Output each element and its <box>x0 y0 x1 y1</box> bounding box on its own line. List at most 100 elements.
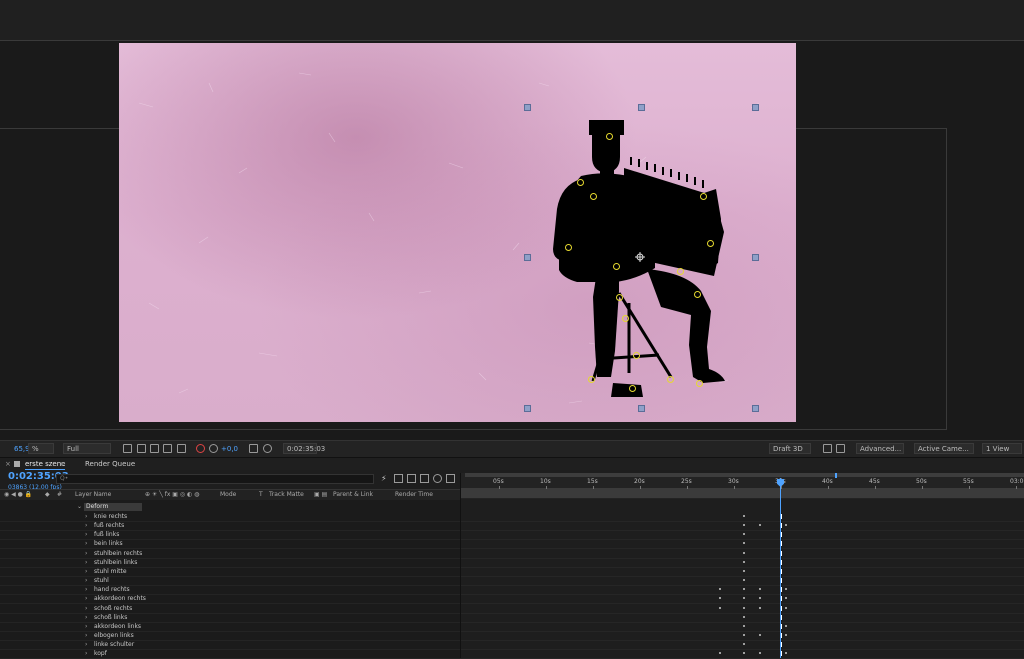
puppet-pin[interactable] <box>707 240 714 247</box>
keyframe[interactable] <box>759 597 761 600</box>
column-mode[interactable]: Mode <box>220 491 236 499</box>
keyframe[interactable] <box>743 588 745 591</box>
close-tab-icon[interactable]: × <box>5 459 11 469</box>
keyframe[interactable] <box>785 524 787 527</box>
keyframe[interactable] <box>785 624 787 627</box>
keyframe[interactable] <box>759 652 761 655</box>
chevron-right-icon[interactable]: › <box>85 530 90 539</box>
tab-render-queue[interactable]: Render Queue <box>85 459 135 469</box>
puppet-pin[interactable] <box>588 376 595 383</box>
puppet-pin[interactable] <box>577 179 584 186</box>
transform-handle[interactable] <box>524 104 531 111</box>
puppet-pin[interactable] <box>633 352 640 359</box>
column-render-time[interactable]: Render Time <box>395 491 433 499</box>
work-area-bar[interactable] <box>461 488 1024 498</box>
keyframe[interactable] <box>719 652 721 655</box>
switches-column-icons[interactable]: ⊕ ☀ ╲ fx ▣ ◎ ◐ ◍ <box>145 491 199 499</box>
keyframe[interactable] <box>743 579 745 582</box>
keyframe[interactable] <box>719 588 721 591</box>
puppet-pin[interactable] <box>606 133 613 140</box>
region-of-interest-icon[interactable] <box>123 444 132 453</box>
keyframe[interactable] <box>743 551 745 554</box>
keyframe[interactable] <box>785 597 787 600</box>
keyframe[interactable] <box>743 633 745 636</box>
tab-menu-icon[interactable]: ≡ <box>60 459 66 469</box>
chevron-right-icon[interactable]: › <box>85 649 90 658</box>
chevron-right-icon[interactable]: › <box>85 585 90 594</box>
transform-handle[interactable] <box>524 254 531 261</box>
renderer-mode-dropdown[interactable]: Advanced... <box>856 443 904 454</box>
draft-3d-icon[interactable]: ⚡ <box>381 474 390 483</box>
chevron-right-icon[interactable]: › <box>85 631 90 640</box>
exposure-value[interactable]: +0,0 <box>221 444 238 454</box>
3d-extended-viewer-icon[interactable] <box>836 444 845 453</box>
keyframe[interactable] <box>743 652 745 655</box>
transform-handle[interactable] <box>752 405 759 412</box>
keyframe[interactable] <box>785 633 787 636</box>
chevron-right-icon[interactable]: › <box>85 604 90 613</box>
chevron-right-icon[interactable]: › <box>85 640 90 649</box>
puppet-pin[interactable] <box>616 294 623 301</box>
keyframe[interactable] <box>743 624 745 627</box>
chevron-right-icon[interactable]: › <box>85 549 90 558</box>
guides-icon[interactable] <box>163 444 172 453</box>
renderer-button[interactable]: Draft 3D <box>769 443 811 454</box>
keyframe[interactable] <box>719 606 721 609</box>
label-column-icon[interactable]: ◆ <box>45 491 50 499</box>
keyframe[interactable] <box>743 542 745 545</box>
keyframe[interactable] <box>743 524 745 527</box>
resolution-dropdown[interactable]: Full <box>63 443 111 454</box>
navigator-marker[interactable] <box>835 473 837 478</box>
keyframe[interactable] <box>743 643 745 646</box>
chevron-right-icon[interactable]: › <box>85 622 90 631</box>
3d-ground-plane-icon[interactable] <box>823 444 832 453</box>
column-track-matte[interactable]: Track Matte <box>269 491 304 499</box>
transform-handle[interactable] <box>752 254 759 261</box>
keyframe[interactable] <box>743 569 745 572</box>
chevron-right-icon[interactable]: › <box>85 539 90 548</box>
exposure-reset-icon[interactable] <box>209 444 218 453</box>
show-snapshot-icon[interactable] <box>263 444 272 453</box>
motion-blur-icon[interactable] <box>420 474 429 483</box>
puppet-pin[interactable] <box>622 315 629 322</box>
keyframe[interactable] <box>743 560 745 563</box>
chevron-right-icon[interactable]: › <box>85 576 90 585</box>
transform-handle[interactable] <box>638 405 645 412</box>
keyframe[interactable] <box>785 606 787 609</box>
snapshot-camera-icon[interactable] <box>249 444 258 453</box>
keyframe[interactable] <box>743 615 745 618</box>
transparency-grid-icon[interactable] <box>137 444 146 453</box>
keyframe[interactable] <box>785 652 787 655</box>
mask-visibility-icon[interactable] <box>150 444 159 453</box>
grid-icon[interactable] <box>177 444 186 453</box>
keyframe[interactable] <box>743 597 745 600</box>
puppet-pin[interactable] <box>565 244 572 251</box>
chevron-down-icon[interactable]: ⌄ <box>77 503 82 510</box>
chevron-right-icon[interactable]: › <box>85 521 90 530</box>
time-navigator[interactable] <box>465 473 1024 477</box>
transform-handle[interactable] <box>638 104 645 111</box>
chevron-right-icon[interactable]: › <box>85 558 90 567</box>
keyframe[interactable] <box>743 533 745 536</box>
column-parent-link[interactable]: Parent & Link <box>333 491 373 499</box>
playhead-line[interactable] <box>780 478 781 658</box>
viewer-timecode[interactable]: 0:02:35:03 <box>283 443 325 454</box>
puppet-pin[interactable] <box>667 376 674 383</box>
panel-divider[interactable] <box>460 473 461 658</box>
keyframe[interactable] <box>759 524 761 527</box>
keyframe[interactable] <box>759 633 761 636</box>
puppet-pin[interactable] <box>629 385 636 392</box>
puppet-pin[interactable] <box>613 263 620 270</box>
puppet-pin[interactable] <box>696 380 703 387</box>
chevron-right-icon[interactable]: › <box>85 567 90 576</box>
keyframe[interactable] <box>743 515 745 517</box>
puppet-pin[interactable] <box>694 291 701 298</box>
shy-layers-icon[interactable] <box>394 474 403 483</box>
puppet-pin[interactable] <box>700 193 707 200</box>
color-channel-icon[interactable] <box>196 444 205 453</box>
composition-canvas[interactable] <box>119 43 796 422</box>
comp-flowchart-icon[interactable] <box>446 474 455 483</box>
keyframe[interactable] <box>759 606 761 609</box>
chevron-right-icon[interactable]: › <box>85 594 90 603</box>
puppet-pin[interactable] <box>677 268 684 275</box>
